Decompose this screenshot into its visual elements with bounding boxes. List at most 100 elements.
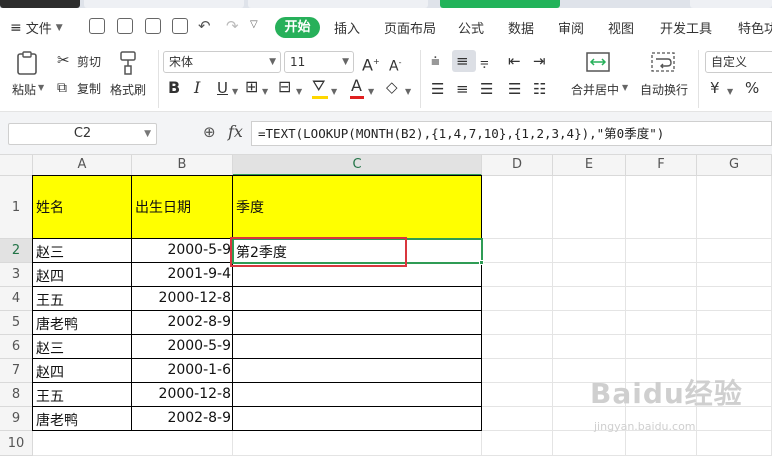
tab-insert[interactable]: 插入 (334, 18, 360, 37)
tab-formulas[interactable]: 公式 (458, 18, 484, 37)
row-header-2[interactable]: 2 (0, 239, 33, 263)
chevron-down-icon: ▼ (296, 87, 303, 96)
scissors-icon: ✂ (57, 51, 70, 69)
tab-view[interactable]: 视图 (608, 18, 634, 37)
column-header-e[interactable]: E (553, 155, 626, 176)
tab-special-features[interactable]: 特色功 (738, 18, 772, 37)
fill-handle[interactable] (479, 260, 484, 265)
undo-icon[interactable]: ↶ (198, 17, 211, 35)
column-header-d[interactable]: D (482, 155, 553, 176)
align-right-icon[interactable]: ☰ (480, 81, 493, 97)
quick-access-dropdown-icon[interactable]: ▽ (250, 19, 258, 30)
document-tab[interactable] (690, 0, 772, 8)
header-name[interactable]: 姓名 (36, 197, 64, 217)
chevron-down-icon: ▼ (331, 87, 338, 96)
redo-icon[interactable]: ↷ (226, 17, 239, 35)
cell-birth-date[interactable]: 2002-8-9 (132, 410, 231, 426)
row-header-9[interactable]: 9 (0, 407, 33, 431)
align-bottom-icon[interactable]: ⩦ (480, 53, 489, 69)
cell-birth-date[interactable]: 2000-1-6 (132, 362, 231, 378)
cell-name[interactable]: 唐老鸭 (36, 314, 78, 334)
chevron-down-icon: ▼ (405, 87, 412, 96)
font-name-select[interactable]: 宋体 ▼ (163, 51, 281, 73)
header-quarter[interactable]: 季度 (236, 197, 264, 217)
name-box[interactable]: C2 ▼ (8, 123, 157, 145)
file-menu[interactable]: ≡ 文件 ▼ (10, 18, 63, 38)
cell-name[interactable]: 赵四 (36, 362, 64, 382)
document-tab[interactable] (0, 0, 80, 8)
number-format-select[interactable]: 自定义 (705, 51, 772, 73)
row-header-7[interactable]: 7 (0, 359, 33, 383)
row-header-1[interactable]: 1 (0, 176, 33, 239)
cell-name[interactable]: 王五 (36, 386, 64, 406)
header-birth-date[interactable]: 出生日期 (135, 197, 191, 217)
formula-input[interactable]: =TEXT(LOOKUP(MONTH(B2),{1,4,7,10},{1,2,3… (251, 121, 772, 146)
underline-icon[interactable]: U (217, 80, 228, 96)
italic-icon[interactable]: I (194, 80, 200, 96)
align-top-icon[interactable]: ⩧ (431, 53, 440, 69)
row-header-3[interactable]: 3 (0, 263, 33, 287)
tab-data[interactable]: 数据 (508, 18, 534, 37)
cell-name[interactable]: 唐老鸭 (36, 410, 78, 430)
row-header-5[interactable]: 5 (0, 311, 33, 335)
currency-icon[interactable]: ¥ (710, 80, 720, 96)
font-color-icon[interactable]: A (351, 78, 362, 94)
cell-birth-date[interactable]: 2000-5-9 (132, 338, 231, 354)
fill-color-icon[interactable]: ⛛ (312, 78, 325, 94)
row-header-8[interactable]: 8 (0, 383, 33, 407)
column-header-g[interactable]: G (697, 155, 772, 176)
zoom-search-icon[interactable]: ⊕ (203, 123, 216, 141)
column-header-c[interactable]: C (233, 155, 482, 176)
baidu-watermark: Baidu经验 jingyan.baidu.com (590, 372, 743, 433)
tab-review[interactable]: 审阅 (558, 18, 584, 37)
column-header-b[interactable]: B (132, 155, 233, 176)
justify-icon[interactable]: ☰ (508, 81, 521, 97)
cell-birth-date[interactable]: 2000-5-9 (132, 242, 231, 258)
bold-icon[interactable]: B (168, 80, 180, 96)
menu-bar: ≡ 文件 ▼ ↶ ↷ ▽ 开始 插入 页面布局 公式 数据 审阅 视图 开发工具… (0, 8, 772, 46)
align-center-icon[interactable]: ≡ (456, 81, 469, 97)
row-header-6[interactable]: 6 (0, 335, 33, 359)
align-left-icon[interactable]: ☰ (431, 81, 444, 97)
cell-birth-date[interactable]: 2000-12-8 (132, 386, 231, 402)
decrease-indent-icon[interactable]: ⇤ (508, 53, 521, 69)
document-tab[interactable] (84, 0, 244, 8)
table-border (32, 358, 482, 359)
tab-developer[interactable]: 开发工具 (660, 18, 712, 37)
print-icon[interactable] (145, 18, 161, 34)
distributed-align-icon[interactable]: ☷ (533, 81, 546, 97)
tab-page-layout[interactable]: 页面布局 (384, 18, 436, 37)
insert-function-icon[interactable]: fx (228, 122, 243, 141)
percent-icon[interactable]: % (745, 80, 759, 96)
align-middle-icon[interactable]: ≡ (456, 53, 469, 69)
row-header-10[interactable]: 10 (0, 431, 33, 456)
column-header-f[interactable]: F (626, 155, 697, 176)
copy-icon: ⧉ (57, 80, 67, 96)
increase-font-size-icon[interactable]: A+ (362, 54, 380, 73)
select-all-corner[interactable] (0, 155, 33, 176)
borders-icon[interactable]: ⊞ (245, 79, 258, 95)
column-header-a[interactable]: A (33, 155, 132, 176)
cell-birth-date[interactable]: 2002-8-9 (132, 314, 231, 330)
print-preview-icon[interactable] (172, 18, 188, 34)
save-icon[interactable] (89, 18, 105, 34)
font-size-select[interactable]: 11 ▼ (284, 51, 354, 73)
cell-birth-date[interactable]: 2001-9-4 (132, 266, 231, 282)
document-tab-active[interactable] (440, 0, 560, 8)
cell-name[interactable]: 王五 (36, 290, 64, 310)
cell-name[interactable]: 赵三 (36, 242, 64, 262)
row-header-4[interactable]: 4 (0, 287, 33, 311)
cell-style-icon[interactable]: ⊟ (278, 79, 291, 95)
wrap-text-icon (651, 52, 675, 72)
fill-color-swatch (312, 96, 328, 99)
tab-start[interactable]: 开始 (275, 17, 320, 38)
document-tab[interactable] (248, 0, 428, 8)
cell-name[interactable]: 赵四 (36, 266, 64, 286)
decrease-font-size-icon[interactable]: A- (389, 55, 401, 75)
cell-name[interactable]: 赵三 (36, 338, 64, 358)
export-pdf-icon[interactable] (117, 18, 133, 34)
cell-birth-date[interactable]: 2000-12-8 (132, 290, 231, 306)
increase-indent-icon[interactable]: ⇥ (533, 53, 546, 69)
eraser-icon[interactable]: ◇ (386, 79, 398, 95)
chevron-down-icon: ▼ (342, 57, 349, 67)
